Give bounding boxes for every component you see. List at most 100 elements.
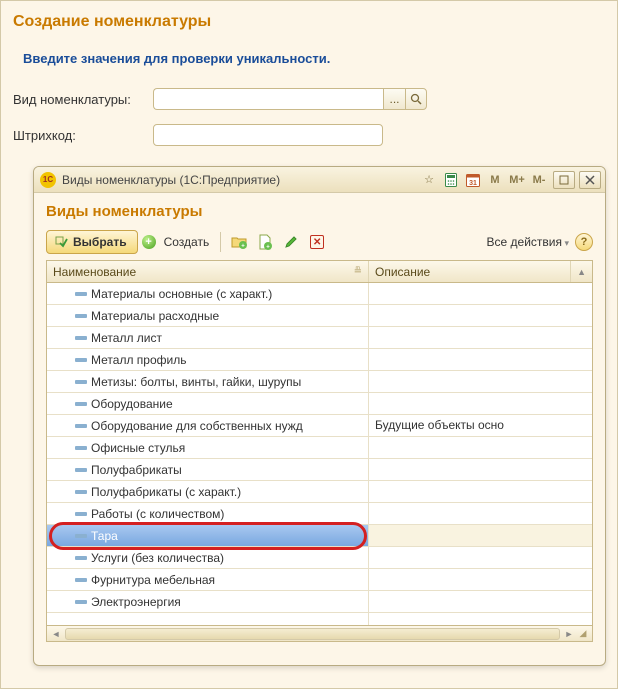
- scroll-right-icon[interactable]: ►: [562, 629, 576, 639]
- cell-desc: [369, 393, 592, 414]
- table-row[interactable]: Материалы основные (с характ.): [47, 283, 592, 305]
- app-logo-icon: 1C: [40, 172, 56, 188]
- scroll-left-icon[interactable]: ◄: [49, 629, 63, 639]
- nomenclature-input[interactable]: [153, 88, 383, 110]
- dialog-titlebar: 1C Виды номенклатуры (1С:Предприятие) ☆ …: [34, 167, 605, 193]
- cell-name: Материалы расходные: [47, 305, 369, 326]
- plus-icon[interactable]: +: [142, 235, 156, 249]
- delete-icon[interactable]: ✕: [306, 231, 328, 253]
- table-row[interactable]: Полуфабрикаты: [47, 459, 592, 481]
- calendar-icon[interactable]: 31: [463, 171, 483, 189]
- table-row[interactable]: Электроэнергия: [47, 591, 592, 613]
- cell-name: Метизы: болты, винты, гайки, шурупы: [47, 371, 369, 392]
- dialog-title-text: Виды номенклатуры (1С:Предприятие): [62, 173, 419, 187]
- item-icon: [75, 314, 87, 318]
- cell-desc: [369, 437, 592, 458]
- table-row[interactable]: Металл профиль: [47, 349, 592, 371]
- table-row[interactable]: Оборудование для собственных нуждБудущие…: [47, 415, 592, 437]
- item-icon: [75, 600, 87, 604]
- cell-name: Оборудование для собственных нужд: [47, 415, 369, 436]
- favorite-icon[interactable]: ☆: [419, 171, 439, 189]
- table-row[interactable]: Полуфабрикаты (с характ.): [47, 481, 592, 503]
- select-button-label: Выбрать: [73, 235, 127, 249]
- column-header-desc[interactable]: Описание: [369, 261, 571, 282]
- cell-desc: [369, 481, 592, 502]
- svg-text:+: +: [241, 244, 245, 250]
- nomenclature-grid: Наименование ≞ Описание ▲ Материалы осно…: [46, 260, 593, 642]
- folder-add-icon[interactable]: +: [228, 231, 250, 253]
- table-row[interactable]: Работы (с количеством): [47, 503, 592, 525]
- memory-mminus-button[interactable]: M-: [529, 171, 549, 189]
- dialog-toolbar: Выбрать + Создать + + ✕ Все действия ?: [46, 230, 593, 254]
- hscroll-thumb[interactable]: [65, 628, 560, 640]
- cell-desc: [369, 283, 592, 304]
- item-icon: [75, 292, 87, 296]
- cell-desc: [369, 503, 592, 524]
- document-add-icon[interactable]: +: [254, 231, 276, 253]
- search-icon[interactable]: [405, 88, 427, 110]
- item-icon: [75, 534, 87, 538]
- svg-text:31: 31: [469, 180, 477, 187]
- cell-name: Металл лист: [47, 327, 369, 348]
- item-icon: [75, 468, 87, 472]
- resize-grip-icon[interactable]: ◢: [576, 627, 590, 641]
- cell-name: Полуфабрикаты (с характ.): [47, 481, 369, 502]
- sort-indicator-icon: ≞: [354, 266, 362, 277]
- cell-desc: [369, 525, 592, 546]
- page-title: Создание номенклатуры: [1, 1, 617, 37]
- table-row[interactable]: Материалы расходные: [47, 305, 592, 327]
- help-icon[interactable]: ?: [575, 233, 593, 251]
- table-row[interactable]: Услуги (без количества): [47, 547, 592, 569]
- cell-name: Металл профиль: [47, 349, 369, 370]
- item-icon: [75, 380, 87, 384]
- cell-name: Материалы основные (с характ.): [47, 283, 369, 304]
- cell-name: Электроэнергия: [47, 591, 369, 612]
- cell-desc: [369, 349, 592, 370]
- table-row-blank: [47, 613, 592, 625]
- ellipsis-button[interactable]: ...: [383, 88, 405, 110]
- cell-name: Фурнитура мебельная: [47, 569, 369, 590]
- cell-desc: [369, 569, 592, 590]
- cell-name: Тара: [47, 525, 369, 546]
- cell-name: Полуфабрикаты: [47, 459, 369, 480]
- table-row[interactable]: Метизы: болты, винты, гайки, шурупы: [47, 371, 592, 393]
- cell-desc: [369, 305, 592, 326]
- cell-desc: [369, 459, 592, 480]
- all-actions-dropdown[interactable]: Все действия: [487, 235, 570, 249]
- item-icon: [75, 446, 87, 450]
- create-button[interactable]: Создать: [160, 235, 214, 249]
- edit-pencil-icon[interactable]: [280, 231, 302, 253]
- cell-name: Офисные стулья: [47, 437, 369, 458]
- cell-name: Услуги (без количества): [47, 547, 369, 568]
- item-icon: [75, 336, 87, 340]
- table-row[interactable]: Фурнитура мебельная: [47, 569, 592, 591]
- table-row[interactable]: Оборудование: [47, 393, 592, 415]
- column-header-name[interactable]: Наименование ≞: [47, 261, 369, 282]
- table-row[interactable]: Офисные стулья: [47, 437, 592, 459]
- dialog-caption: Виды номенклатуры: [46, 203, 593, 220]
- cell-desc: Будущие объекты осно: [369, 415, 592, 436]
- cell-desc: [369, 547, 592, 568]
- item-icon: [75, 402, 87, 406]
- cell-desc: [369, 591, 592, 612]
- minimize-button[interactable]: [553, 171, 575, 189]
- barcode-input[interactable]: [153, 124, 383, 146]
- nomenclature-label: Вид номенклатуры:: [13, 92, 153, 107]
- calculator-icon[interactable]: [441, 171, 461, 189]
- close-button[interactable]: [579, 171, 601, 189]
- item-icon: [75, 424, 87, 428]
- cell-name: Работы (с количеством): [47, 503, 369, 524]
- cell-desc: [369, 327, 592, 348]
- memory-m-button[interactable]: M: [485, 171, 505, 189]
- item-icon: [75, 556, 87, 560]
- nomenclature-types-dialog: 1C Виды номенклатуры (1С:Предприятие) ☆ …: [33, 166, 606, 666]
- table-row[interactable]: Металл лист: [47, 327, 592, 349]
- select-button[interactable]: Выбрать: [46, 230, 138, 254]
- scroll-up-icon[interactable]: ▲: [571, 261, 592, 282]
- item-icon: [75, 578, 87, 582]
- memory-mplus-button[interactable]: M+: [507, 171, 527, 189]
- svg-text:+: +: [266, 245, 270, 251]
- table-row[interactable]: Тара: [47, 525, 592, 547]
- select-icon: [53, 234, 69, 250]
- cell-name: Оборудование: [47, 393, 369, 414]
